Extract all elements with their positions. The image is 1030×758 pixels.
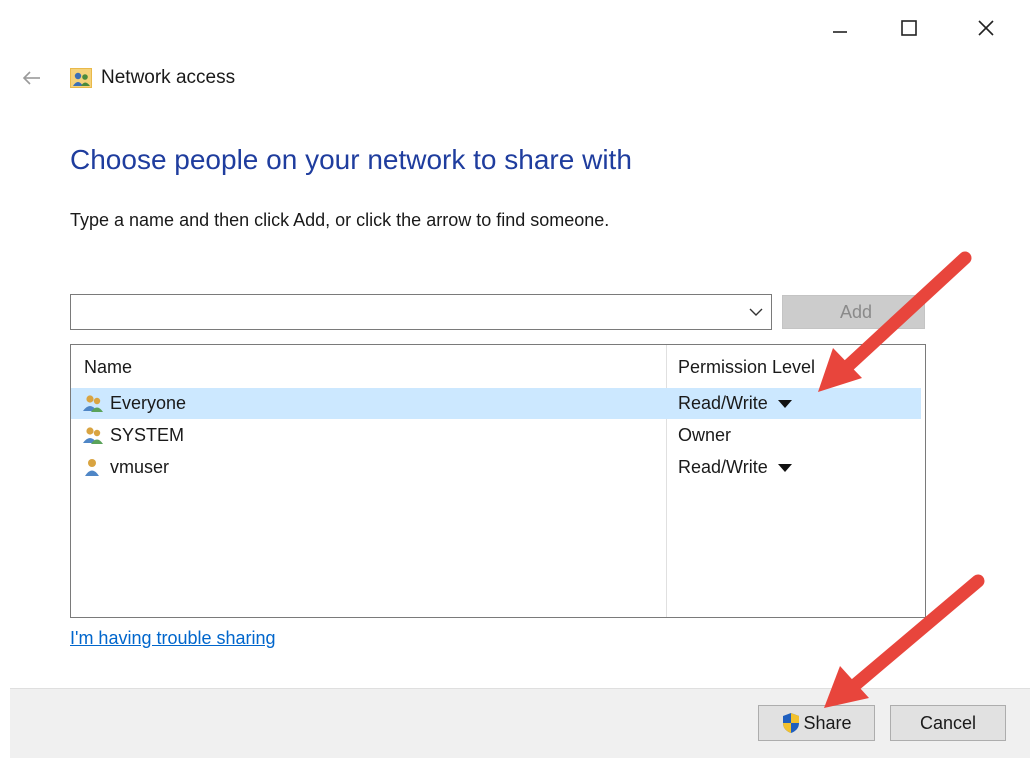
- name-combobox[interactable]: [70, 294, 772, 330]
- row-name: vmuser: [110, 457, 170, 477]
- cancel-button[interactable]: Cancel: [890, 705, 1006, 741]
- window-title: Network access: [101, 67, 236, 88]
- share-list: Name Permission Level Everyone Read/Writ…: [70, 344, 926, 618]
- network-users-icon: [70, 68, 92, 88]
- list-row-everyone[interactable]: Everyone Read/Write: [71, 388, 921, 419]
- back-button[interactable]: [18, 64, 46, 92]
- network-access-window: Network access Choose people on your net…: [0, 0, 1030, 758]
- row-name: Everyone: [110, 393, 187, 413]
- share-button-label: Share: [803, 712, 852, 733]
- minimize-icon: [833, 31, 847, 33]
- uac-shield-icon: [783, 713, 800, 733]
- page-heading: Choose people on your network to share w…: [70, 144, 632, 175]
- permission-dropdown[interactable]: Read/Write: [678, 393, 792, 414]
- list-row-vmuser[interactable]: vmuser Read/Write: [71, 452, 921, 483]
- chevron-down-icon: [749, 308, 763, 316]
- name-input[interactable]: [77, 301, 731, 325]
- maximize-icon: [901, 20, 917, 36]
- caret-down-icon: [777, 399, 792, 408]
- row-name: SYSTEM: [110, 425, 185, 445]
- add-button[interactable]: Add: [782, 295, 925, 329]
- footer-bar: [10, 688, 1030, 758]
- list-row-system[interactable]: SYSTEM Owner: [71, 420, 921, 451]
- permission-value: Read/Write: [678, 457, 768, 477]
- minimize-button[interactable]: [817, 10, 863, 46]
- user-group-icon: [83, 395, 103, 412]
- close-button[interactable]: [963, 10, 1009, 46]
- instruction-text: Type a name and then click Add, or click…: [70, 210, 610, 230]
- permission-value: Owner: [678, 425, 732, 445]
- share-button[interactable]: Share: [758, 705, 875, 741]
- permission-dropdown[interactable]: Read/Write: [678, 457, 792, 478]
- caret-down-icon: [777, 463, 792, 472]
- close-icon: [978, 20, 994, 36]
- column-header-permission[interactable]: Permission Level: [678, 357, 815, 378]
- column-header-name[interactable]: Name: [84, 357, 132, 378]
- trouble-sharing-link[interactable]: I'm having trouble sharing: [70, 628, 276, 649]
- user-icon: [85, 459, 99, 476]
- back-arrow-icon: [22, 71, 40, 85]
- combobox-dropdown-button[interactable]: [747, 304, 765, 320]
- user-group-icon: [83, 427, 103, 444]
- list-header: Name Permission Level: [71, 345, 925, 385]
- permission-value: Read/Write: [678, 393, 768, 413]
- maximize-button[interactable]: [886, 10, 932, 46]
